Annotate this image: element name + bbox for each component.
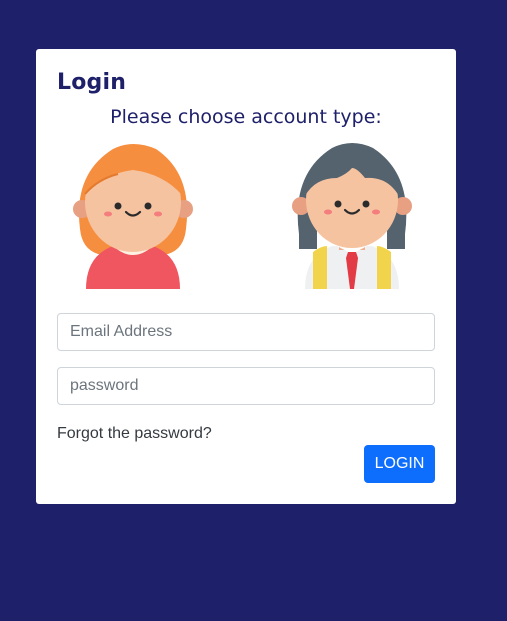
forgot-password-link[interactable]: Forgot the password? — [57, 425, 212, 443]
login-button[interactable]: LOGIN — [364, 445, 435, 483]
page-title: Login — [57, 70, 127, 95]
login-card: Login Please choose account type: Email … — [36, 49, 456, 504]
email-field[interactable] — [57, 313, 435, 351]
account-type-option-girl[interactable] — [68, 134, 198, 289]
account-type-option-student[interactable] — [287, 134, 417, 289]
girl-avatar-icon — [73, 144, 193, 289]
password-field[interactable] — [57, 367, 435, 405]
account-type-prompt: Please choose account type: — [110, 106, 382, 128]
student-avatar-icon — [292, 143, 412, 289]
